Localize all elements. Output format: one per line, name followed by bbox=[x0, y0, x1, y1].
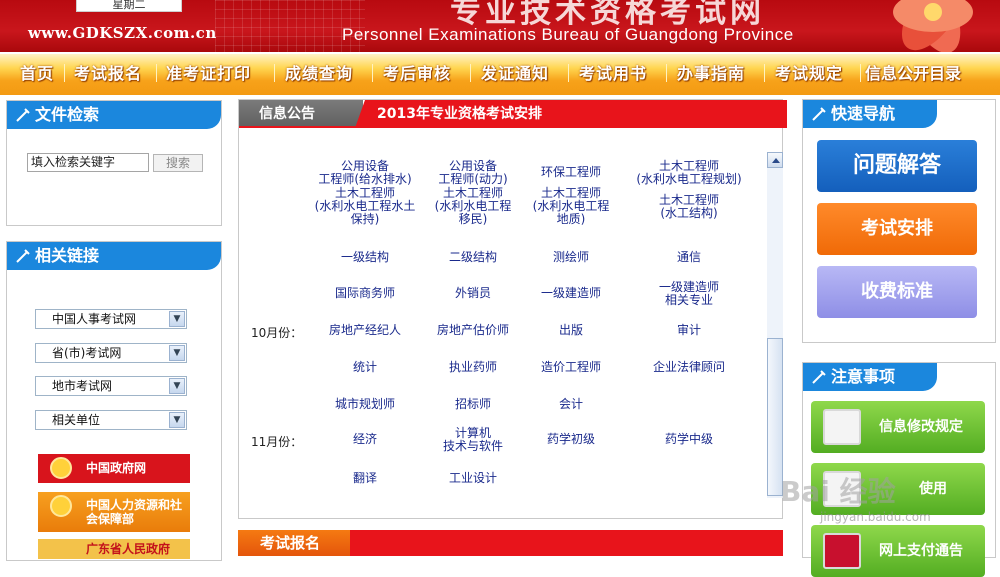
related-links-title: 相关链接 bbox=[7, 242, 221, 270]
exam-registration-section: 考试报名 bbox=[238, 530, 783, 556]
nav-admission-ticket[interactable]: 准考证打印 bbox=[166, 60, 251, 84]
schedule-cell[interactable]: 土木工程师 (水工结构) bbox=[619, 193, 759, 220]
national-emblem-icon bbox=[50, 457, 72, 479]
pen-icon bbox=[812, 107, 826, 121]
nav-exam-books[interactable]: 考试用书 bbox=[579, 60, 647, 84]
mohrss-banner[interactable]: 中国人力资源和社会保障部 bbox=[38, 492, 190, 532]
pen-icon bbox=[16, 108, 30, 122]
chevron-down-icon: ▼ bbox=[169, 311, 185, 327]
month-october-label: 10月份： bbox=[251, 326, 303, 340]
select-province-exam[interactable]: 省(市)考试网 ▼ bbox=[35, 343, 187, 363]
schedule-cell[interactable]: 药学中级 bbox=[619, 433, 759, 446]
nav-post-exam-review[interactable]: 考后审核 bbox=[383, 60, 451, 84]
national-emblem-icon bbox=[50, 495, 72, 517]
nav-exam-rules[interactable]: 考试规定 bbox=[775, 60, 843, 84]
info-modify-rules-button[interactable]: 信息修改规定 bbox=[811, 401, 985, 453]
schedule-cell[interactable]: 会计 bbox=[501, 398, 641, 411]
nav-public-info[interactable]: 信息公开目录 bbox=[865, 60, 961, 84]
exam-registration-title[interactable]: 考试报名 bbox=[238, 530, 350, 556]
search-panel: 文件检索 填入检索关键字 搜索 bbox=[6, 100, 222, 226]
tab-notice[interactable]: 信息公告 bbox=[239, 100, 363, 128]
schedule-cell[interactable]: 企业法律顾问 bbox=[619, 361, 759, 374]
search-panel-title: 文件检索 bbox=[7, 101, 221, 129]
chevron-down-icon: ▼ bbox=[169, 378, 185, 394]
quick-nav-title: 快速导航 bbox=[803, 100, 937, 128]
chevron-down-icon: ▼ bbox=[169, 412, 185, 428]
notice-tabs: 信息公告 2013年专业资格考试安排 bbox=[239, 100, 787, 128]
notice-panel: 信息公告 2013年专业资格考试安排 公用设备 工程师(给水排水) 公用设备 工程… bbox=[238, 99, 787, 519]
exam-schedule-table: 公用设备 工程师(给水排水) 公用设备 工程师(动力) 环保工程师 土木工程师 (水利… bbox=[239, 128, 766, 518]
schedule-cell[interactable]: 通信 bbox=[619, 251, 759, 264]
nav-score-query[interactable]: 成绩查询 bbox=[285, 60, 353, 84]
scroll-up-arrow-icon[interactable] bbox=[767, 152, 783, 168]
flower-decoration-icon bbox=[893, 0, 973, 52]
faq-button[interactable]: 问题解答 bbox=[817, 140, 977, 192]
nav-guide[interactable]: 办事指南 bbox=[677, 60, 745, 84]
select-related-units[interactable]: 相关单位 ▼ bbox=[35, 410, 187, 430]
related-links-panel: 相关链接 中国人事考试网 ▼ 省(市)考试网 ▼ 地市考试网 ▼ 相关单位 ▼ 中国政府… bbox=[6, 241, 222, 561]
quick-nav-panel: 快速导航 问题解答 考试安排 收费标准 bbox=[802, 99, 996, 343]
weekday-label: 星期二 bbox=[76, 0, 182, 12]
select-cpta[interactable]: 中国人事考试网 ▼ bbox=[35, 309, 187, 329]
notice-items-title: 注意事项 bbox=[803, 363, 937, 391]
chevron-down-icon: ▼ bbox=[169, 345, 185, 361]
select-city-exam[interactable]: 地市考试网 ▼ bbox=[35, 376, 187, 396]
schedule-cell[interactable]: 土木工程师 (水利水电工程规划) bbox=[619, 159, 759, 186]
tab-exam-schedule[interactable]: 2013年专业资格考试安排 bbox=[355, 100, 787, 128]
clipboard-icon bbox=[823, 409, 861, 445]
fee-standard-button[interactable]: 收费标准 bbox=[817, 266, 977, 318]
search-input[interactable]: 填入检索关键字 bbox=[27, 153, 149, 172]
gov-cn-banner[interactable]: 中国政府网 bbox=[38, 454, 190, 483]
schedule-cell[interactable]: 工业设计 bbox=[403, 472, 543, 485]
site-subtitle: Personnel Examinations Bureau of Guangdo… bbox=[342, 25, 794, 44]
pen-icon bbox=[16, 249, 30, 263]
schedule-cell[interactable]: 一级建造师 相关专业 bbox=[619, 280, 759, 307]
main-nav: 首页 考试报名 准考证打印 成绩查询 考后审核 发证通知 考试用书 办事指南 考… bbox=[0, 52, 1000, 95]
exam-arrangement-button[interactable]: 考试安排 bbox=[817, 203, 977, 255]
site-header: 星期二 www.GDKSZX.com.cn 专业技术资格考试网 Personne… bbox=[0, 0, 1000, 52]
nav-home[interactable]: 首页 bbox=[20, 60, 54, 84]
search-button[interactable]: 搜索 bbox=[153, 154, 203, 172]
gd-gov-banner[interactable]: 广东省人民政府 bbox=[38, 539, 190, 559]
nav-certificate-notice[interactable]: 发证通知 bbox=[481, 60, 549, 84]
site-url: www.GDKSZX.com.cn bbox=[28, 24, 217, 42]
pen-icon bbox=[812, 370, 826, 384]
month-november-label: 11月份： bbox=[251, 435, 303, 449]
watermark: Bai 经验 jingyan.baidu.com bbox=[780, 475, 931, 524]
schedule-scrollbar[interactable] bbox=[767, 152, 783, 498]
schedule-cell[interactable]: 审计 bbox=[619, 324, 759, 337]
nav-exam-registration[interactable]: 考试报名 bbox=[74, 60, 142, 84]
